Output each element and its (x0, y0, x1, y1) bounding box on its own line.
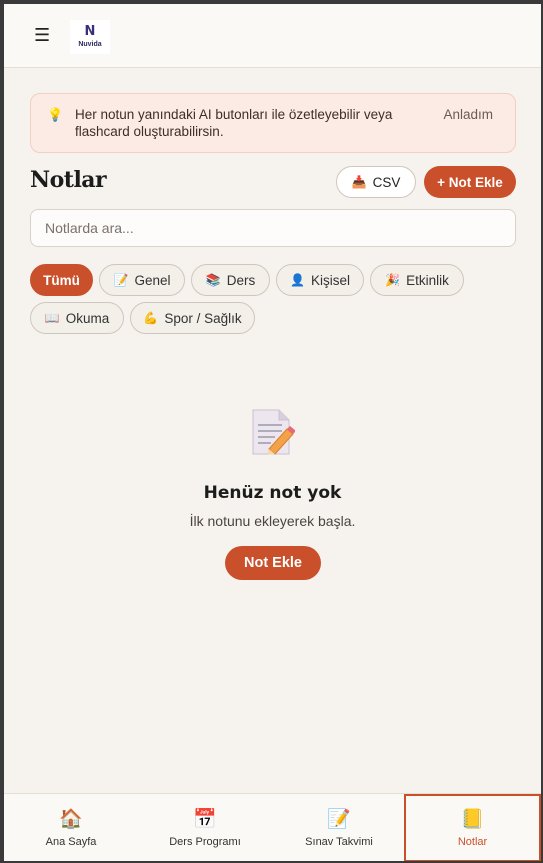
filter-chip-label: Tümü (43, 272, 80, 288)
filter-chip-all[interactable]: Tümü (30, 264, 93, 296)
csv-button[interactable]: 📥 CSV (336, 166, 416, 198)
filter-chip-label: Kişisel (310, 272, 350, 288)
filter-chip-personal[interactable]: 👤 Kişisel (276, 264, 364, 296)
logo-mark: N (84, 24, 96, 39)
calendar-icon: 📅 (193, 808, 217, 830)
filter-chip-general[interactable]: 📝 Genel (99, 264, 185, 296)
nav-item-label: Sınav Takvimi (305, 836, 373, 848)
filter-chip-reading[interactable]: 📖 Okuma (30, 302, 124, 334)
csv-label: CSV (372, 174, 401, 190)
empty-state-subtitle: İlk notunu ekleyerek başla. (189, 513, 356, 529)
filter-chip-label: Okuma (65, 310, 110, 326)
note-memo-icon (252, 409, 295, 455)
nav-item-schedule[interactable]: 📅 Ders Programı (138, 794, 272, 861)
tip-text: Her notun yanındaki AI butonları ile öze… (75, 107, 393, 139)
flexed-biceps-icon: 💪 (143, 311, 159, 325)
logo-text: Nuvida (78, 41, 102, 48)
house-icon: 🏠 (59, 808, 83, 830)
nav-item-notes[interactable]: 📒 Notlar (404, 794, 541, 861)
notebook-icon: 📒 (460, 808, 485, 830)
tip-dismiss-button[interactable]: Anladım (443, 107, 493, 122)
filter-chip-label: Genel (134, 272, 171, 288)
filter-chip-label: Etkinlik (406, 272, 449, 288)
page-title: Notlar (30, 167, 107, 193)
app-frame: ☰ N Nuvida 💡 Her notun yanındaki AI buto… (4, 4, 541, 861)
bottom-navigation: 🏠 Ana Sayfa 📅 Ders Programı 📝 Sınav Takv… (4, 793, 541, 861)
person-icon: 👤 (290, 273, 305, 287)
books-icon: 📚 (205, 273, 221, 287)
empty-add-note-button[interactable]: Not Ekle (225, 546, 321, 580)
hamburger-icon[interactable]: ☰ (34, 26, 50, 46)
party-popper-icon: 🎉 (385, 273, 401, 287)
open-book-icon: 📖 (44, 311, 60, 325)
memo-icon: 📝 (113, 273, 129, 287)
filter-chip-label: Ders (226, 272, 256, 288)
nav-item-home[interactable]: 🏠 Ana Sayfa (4, 794, 138, 861)
lightbulb-icon: 💡 (47, 108, 64, 123)
add-note-button[interactable]: + Not Ekle (424, 166, 516, 198)
filter-chip-label: Spor / Sağlık (164, 310, 242, 326)
upload-icon: 📥 (351, 175, 367, 189)
empty-state-title: Henüz not yok (203, 483, 342, 503)
search-input[interactable] (30, 209, 516, 247)
nav-item-label: Ders Programı (169, 836, 241, 848)
tip-banner: 💡 Her notun yanındaki AI butonları ile ö… (30, 93, 516, 153)
filter-chip-sports-health[interactable]: 💪 Spor / Sağlık (130, 302, 255, 334)
nav-item-label: Ana Sayfa (45, 836, 97, 848)
filter-chip-lesson[interactable]: 📚 Ders (191, 264, 270, 296)
logo[interactable]: N Nuvida (70, 20, 110, 54)
nav-item-exam-calendar[interactable]: 📝 Sınav Takvimi (272, 794, 406, 861)
filter-chip-event[interactable]: 🎉 Etkinlik (370, 264, 464, 296)
memo-icon: 📝 (327, 808, 351, 830)
top-header: ☰ N Nuvida (4, 4, 541, 68)
nav-item-label: Notlar (457, 836, 488, 848)
